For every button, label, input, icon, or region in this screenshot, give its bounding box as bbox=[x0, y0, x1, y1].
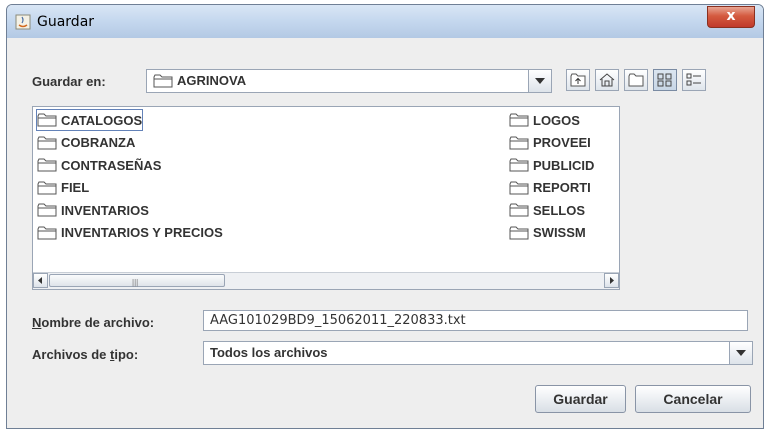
list-item[interactable]: INVENTARIOS Y PRECIOS bbox=[37, 223, 223, 243]
list-item[interactable]: CATALOGOS bbox=[35, 109, 144, 131]
save-button[interactable]: Guardar bbox=[535, 385, 626, 413]
list-item[interactable]: PUBLICID bbox=[509, 155, 594, 175]
new-folder-icon bbox=[628, 73, 644, 87]
list-item-label: CONTRASEÑAS bbox=[61, 157, 162, 173]
folder-icon bbox=[153, 74, 173, 88]
filename-text[interactable] bbox=[204, 311, 747, 330]
home-icon bbox=[599, 73, 615, 87]
title-bar[interactable]: Guardar x bbox=[7, 5, 763, 38]
list-item-label: CATALOGOS bbox=[61, 112, 143, 128]
folder-icon bbox=[509, 226, 529, 239]
arrow-left-icon bbox=[38, 277, 42, 284]
look-in-label: Guardar en: bbox=[32, 74, 106, 89]
up-one-level-button[interactable] bbox=[566, 69, 590, 91]
list-item-label: REPORTI bbox=[533, 180, 591, 195]
close-button[interactable]: x bbox=[707, 6, 755, 28]
home-button[interactable] bbox=[595, 69, 619, 91]
list-item-label: LOGOS bbox=[533, 112, 580, 128]
list-item-label: PROVEEI bbox=[533, 135, 591, 150]
filetype-label: Archivos de tipo: bbox=[32, 347, 139, 362]
list-item[interactable]: COBRANZA bbox=[37, 133, 135, 153]
filetype-value: Todos los archivos bbox=[210, 345, 328, 360]
java-app-icon bbox=[15, 14, 31, 30]
list-item[interactable]: INVENTARIOS bbox=[37, 200, 149, 220]
folder-icon bbox=[509, 181, 529, 194]
folder-icon bbox=[37, 136, 57, 149]
filetype-dropdown-button[interactable] bbox=[729, 342, 752, 364]
cancel-button[interactable]: Cancelar bbox=[635, 385, 751, 413]
up-one-level-icon bbox=[570, 73, 586, 87]
folder-icon bbox=[509, 203, 529, 217]
folder-icon bbox=[37, 203, 57, 217]
scrollbar-thumb[interactable]: ||| bbox=[49, 274, 225, 287]
filetype-combobox[interactable]: Todos los archivos bbox=[203, 341, 753, 365]
look-in-value: AGRINOVA bbox=[177, 73, 247, 88]
look-in-combobox[interactable]: AGRINOVA bbox=[146, 69, 552, 93]
folder-icon bbox=[37, 158, 57, 172]
chevron-down-icon bbox=[736, 350, 746, 356]
folder-icon bbox=[509, 113, 529, 127]
look-in-dropdown-button[interactable] bbox=[528, 70, 551, 92]
details-view-button[interactable] bbox=[682, 69, 706, 91]
list-item-label: COBRANZA bbox=[61, 135, 136, 150]
list-view-icon bbox=[657, 73, 672, 87]
new-folder-button[interactable] bbox=[624, 69, 648, 91]
folder-icon bbox=[37, 113, 57, 127]
list-item[interactable]: FIEL bbox=[37, 178, 89, 198]
horizontal-scrollbar[interactable]: ||| bbox=[33, 272, 619, 289]
list-view-button[interactable] bbox=[653, 69, 677, 91]
arrow-right-icon bbox=[610, 277, 614, 284]
list-item[interactable]: LOGOS bbox=[509, 110, 580, 130]
list-item[interactable]: SWISSM bbox=[509, 223, 586, 243]
chevron-down-icon bbox=[535, 78, 545, 84]
close-icon: x bbox=[726, 8, 736, 24]
filename-label: Nombre de archivo: bbox=[32, 315, 155, 330]
save-dialog: Guardar x Guardar en: AGRINOVA CATALOGOS… bbox=[6, 4, 764, 429]
window-title: Guardar bbox=[37, 14, 95, 30]
list-item-label: FIEL bbox=[61, 180, 90, 195]
list-item[interactable]: SELLOS bbox=[509, 200, 585, 220]
folder-icon bbox=[509, 158, 529, 172]
list-item[interactable]: CONTRASEÑAS bbox=[37, 155, 161, 175]
folder-icon bbox=[37, 181, 57, 194]
list-item-label: INVENTARIOS bbox=[61, 202, 149, 218]
scroll-right-button[interactable] bbox=[604, 273, 619, 288]
details-view-icon bbox=[686, 73, 701, 86]
list-item-label: SELLOS bbox=[533, 202, 586, 218]
list-item-label: INVENTARIOS Y PRECIOS bbox=[61, 225, 223, 240]
file-list[interactable]: CATALOGOS COBRANZA CONTRASEÑAS FIEL INVENTAR… bbox=[32, 106, 620, 290]
list-item[interactable]: PROVEEI bbox=[509, 133, 591, 153]
list-item-label: PUBLICID bbox=[533, 157, 595, 173]
filename-input[interactable] bbox=[203, 310, 748, 331]
dialog-content: Guardar en: AGRINOVA CATALOGOS COBRANZA … bbox=[7, 38, 763, 428]
folder-icon bbox=[509, 136, 529, 149]
list-item-label: SWISSM bbox=[533, 225, 586, 240]
scroll-left-button[interactable] bbox=[33, 273, 48, 288]
folder-icon bbox=[37, 226, 57, 239]
grip-icon: ||| bbox=[132, 278, 139, 287]
list-item[interactable]: REPORTI bbox=[509, 178, 591, 198]
